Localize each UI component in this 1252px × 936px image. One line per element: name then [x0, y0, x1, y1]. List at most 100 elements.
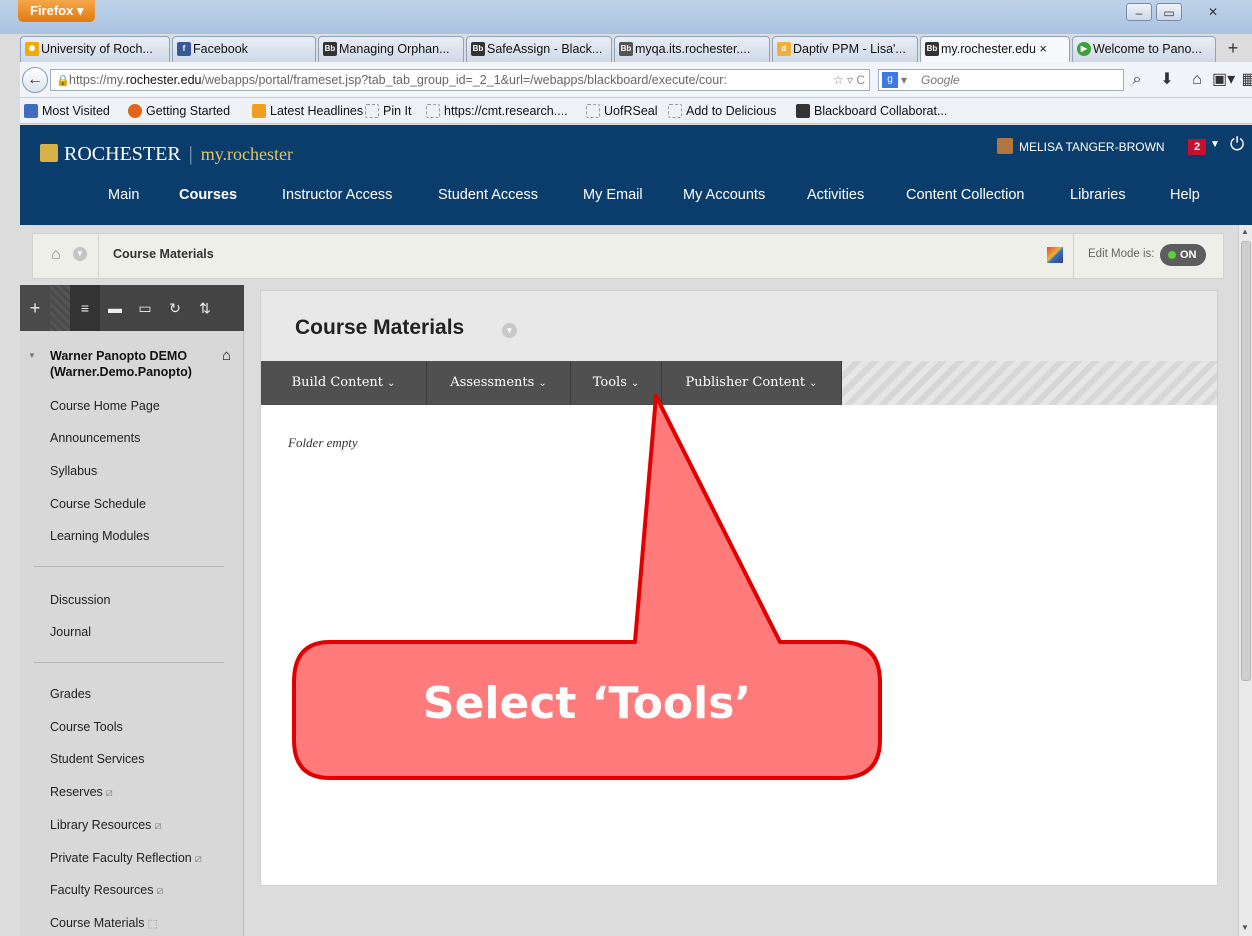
breadcrumb-panel: ⌂ ▼ Course Materials Edit Mode is: ON — [32, 233, 1224, 279]
chevron-down-icon[interactable]: ▼ — [1210, 139, 1220, 150]
sidebar-item-journal[interactable]: Journal — [50, 625, 91, 639]
sidebar-item-course-schedule[interactable]: Course Schedule — [50, 497, 146, 511]
url-bar[interactable]: 🔒 https://my.rochester.edu/webapps/porta… — [50, 69, 870, 91]
addon-icon[interactable]: ▦ — [1238, 69, 1252, 91]
sidebar-item-learning-modules[interactable]: Learning Modules — [50, 529, 149, 543]
nav-my-email[interactable]: My Email — [583, 187, 643, 203]
page-icon — [586, 104, 600, 118]
blackboard-icon: Bb — [619, 42, 633, 56]
scroll-up-arrow-icon[interactable]: ▲ — [1241, 227, 1249, 236]
nav-instructor-access[interactable]: Instructor Access — [282, 187, 392, 203]
nav-courses[interactable]: Courses — [179, 187, 237, 203]
search-input[interactable]: g ▾ Google — [878, 69, 1124, 91]
sidebar-item-private-faculty-reflection[interactable]: Private Faculty Reflection ⧄ — [50, 851, 202, 866]
nav-content-collection[interactable]: Content Collection — [906, 187, 1025, 203]
content-header: Course Materials ▼ — [261, 291, 1217, 361]
chevron-down-icon[interactable]: ▼ — [502, 323, 517, 338]
collapse-triangle-icon[interactable]: ▼ — [28, 351, 36, 360]
bookmark-pin-it[interactable]: Pin It — [365, 98, 412, 124]
tab-university[interactable]: ✺ University of Roch... — [20, 36, 170, 62]
university-logo[interactable]: ROCHESTER | my.rochester — [40, 143, 293, 166]
notification-badge[interactable]: 2 — [1188, 139, 1206, 155]
folder-view-icon[interactable]: ▬ — [100, 285, 130, 331]
sidebar-item-course-tools[interactable]: Course Tools — [50, 720, 123, 734]
sidebar-item-discussion[interactable]: Discussion — [50, 593, 110, 607]
logout-power-icon[interactable]: ⏻ — [1230, 134, 1244, 155]
chevron-down-icon: ⌄ — [386, 378, 396, 389]
mashups-icon[interactable] — [1047, 247, 1063, 263]
course-title[interactable]: Warner Panopto DEMO (Warner.Demo.Panopto) — [50, 348, 192, 380]
user-menu[interactable]: MELISA TANGER-BROWN — [997, 137, 1165, 157]
facebook-icon: f — [177, 42, 191, 56]
window-titlebar: Firefox ▾ – ▭ ✕ — [0, 0, 1252, 34]
chevron-down-icon[interactable]: ▼ — [73, 247, 87, 261]
home-icon[interactable]: ⌂ — [51, 246, 61, 264]
toggle-on-indicator-icon — [1168, 251, 1176, 259]
search-engine-dropdown-icon[interactable]: ▾ — [901, 70, 907, 90]
toolbar-stripe — [50, 285, 70, 331]
sidebar-item-course-home-page[interactable]: Course Home Page — [50, 399, 160, 413]
reorder-icon[interactable]: ⇅ — [190, 285, 220, 331]
sidebar-item-grades[interactable]: Grades — [50, 687, 91, 701]
download-icon[interactable]: ⬇ — [1156, 69, 1178, 91]
page-icon — [668, 104, 682, 118]
page-scrollbar[interactable]: ▲ ▼ — [1238, 225, 1252, 936]
nav-student-access[interactable]: Student Access — [438, 187, 538, 203]
tab-managing-orphan[interactable]: Bb Managing Orphan... — [318, 36, 464, 62]
blackboard-icon: Bb — [471, 42, 485, 56]
add-menu-item-button[interactable]: + — [20, 285, 50, 331]
bookmark-getting-started[interactable]: Getting Started — [128, 98, 230, 124]
tab-strip: ✺ University of Roch... f Facebook Bb Manag… — [20, 34, 1252, 62]
edit-mode-toggle[interactable]: ON — [1160, 244, 1206, 266]
back-arrow-icon[interactable]: ← — [22, 67, 48, 93]
bookmarks-menu-icon[interactable]: ▣▾ — [1212, 69, 1235, 91]
tab-daptiv[interactable]: d Daptiv PPM - Lisa'... — [772, 36, 918, 62]
close-window-button[interactable]: ✕ — [1200, 3, 1226, 21]
daptiv-icon: d — [777, 42, 791, 56]
bookmark-cmt-research[interactable]: https://cmt.research.... — [426, 98, 568, 124]
search-icon[interactable]: ⌕ — [1126, 69, 1148, 91]
bookmark-blackboard-collaborate[interactable]: Blackboard Collaborat... — [796, 98, 947, 124]
tab-panopto[interactable]: ▶ Welcome to Pano... — [1072, 36, 1216, 62]
firefox-menu-button[interactable]: Firefox ▾ — [18, 0, 96, 22]
new-window-icon[interactable]: ▭ — [130, 285, 160, 331]
new-tab-button[interactable]: + — [1220, 36, 1246, 62]
course-home-icon[interactable]: ⌂ — [222, 347, 231, 364]
tab-safeassign[interactable]: Bb SafeAssign - Black... — [466, 36, 612, 62]
scrollbar-thumb[interactable] — [1241, 241, 1251, 681]
sidebar-item-student-services[interactable]: Student Services — [50, 752, 145, 766]
sidebar-item-reserves[interactable]: Reserves ⧄ — [50, 785, 113, 800]
sidebar-item-library-resources[interactable]: Library Resources ⧄ — [50, 818, 161, 833]
bookmark-star-icon[interactable]: ☆ ▿ C — [833, 70, 865, 90]
nav-my-accounts[interactable]: My Accounts — [683, 187, 765, 203]
page-icon — [365, 104, 379, 118]
bookmark-add-to-delicious[interactable]: Add to Delicious — [668, 98, 776, 124]
minimize-button[interactable]: – — [1126, 3, 1152, 21]
scroll-down-arrow-icon[interactable]: ▼ — [1241, 923, 1249, 932]
google-icon: g — [882, 72, 898, 88]
external-link-icon: ⧄ — [194, 853, 202, 865]
nav-main[interactable]: Main — [108, 187, 139, 203]
sidebar-item-syllabus[interactable]: Syllabus — [50, 464, 97, 478]
nav-help[interactable]: Help — [1170, 187, 1200, 203]
sidebar-item-announcements[interactable]: Announcements — [50, 431, 140, 445]
close-tab-icon[interactable]: × — [1039, 42, 1046, 56]
refresh-icon[interactable]: ↻ — [160, 285, 190, 331]
bookmark-uofrseal[interactable]: UofRSeal — [586, 98, 658, 124]
list-view-icon[interactable]: ≡ — [70, 285, 100, 331]
bookmark-most-visited[interactable]: Most Visited — [24, 98, 110, 124]
bookmarks-toolbar: Most Visited Getting Started Latest Head… — [20, 98, 1252, 124]
divider — [1073, 234, 1074, 278]
tab-myqa[interactable]: Bb myqa.its.rochester.... — [614, 36, 770, 62]
divider — [98, 234, 99, 278]
sidebar-item-faculty-resources[interactable]: Faculty Resources ⧄ — [50, 883, 164, 898]
home-icon[interactable]: ⌂ — [1186, 69, 1208, 91]
tab-my-rochester[interactable]: Bb my.rochester.edu × — [920, 36, 1070, 62]
callout-text: Select ‘Tools’ — [422, 678, 752, 729]
sidebar-item-course-materials[interactable]: Course Materials ⬚ — [50, 916, 158, 930]
nav-activities[interactable]: Activities — [807, 187, 864, 203]
nav-libraries[interactable]: Libraries — [1070, 187, 1126, 203]
tab-facebook[interactable]: f Facebook — [172, 36, 316, 62]
bookmark-latest-headlines[interactable]: Latest Headlines — [252, 98, 363, 124]
maximize-button[interactable]: ▭ — [1156, 3, 1182, 21]
